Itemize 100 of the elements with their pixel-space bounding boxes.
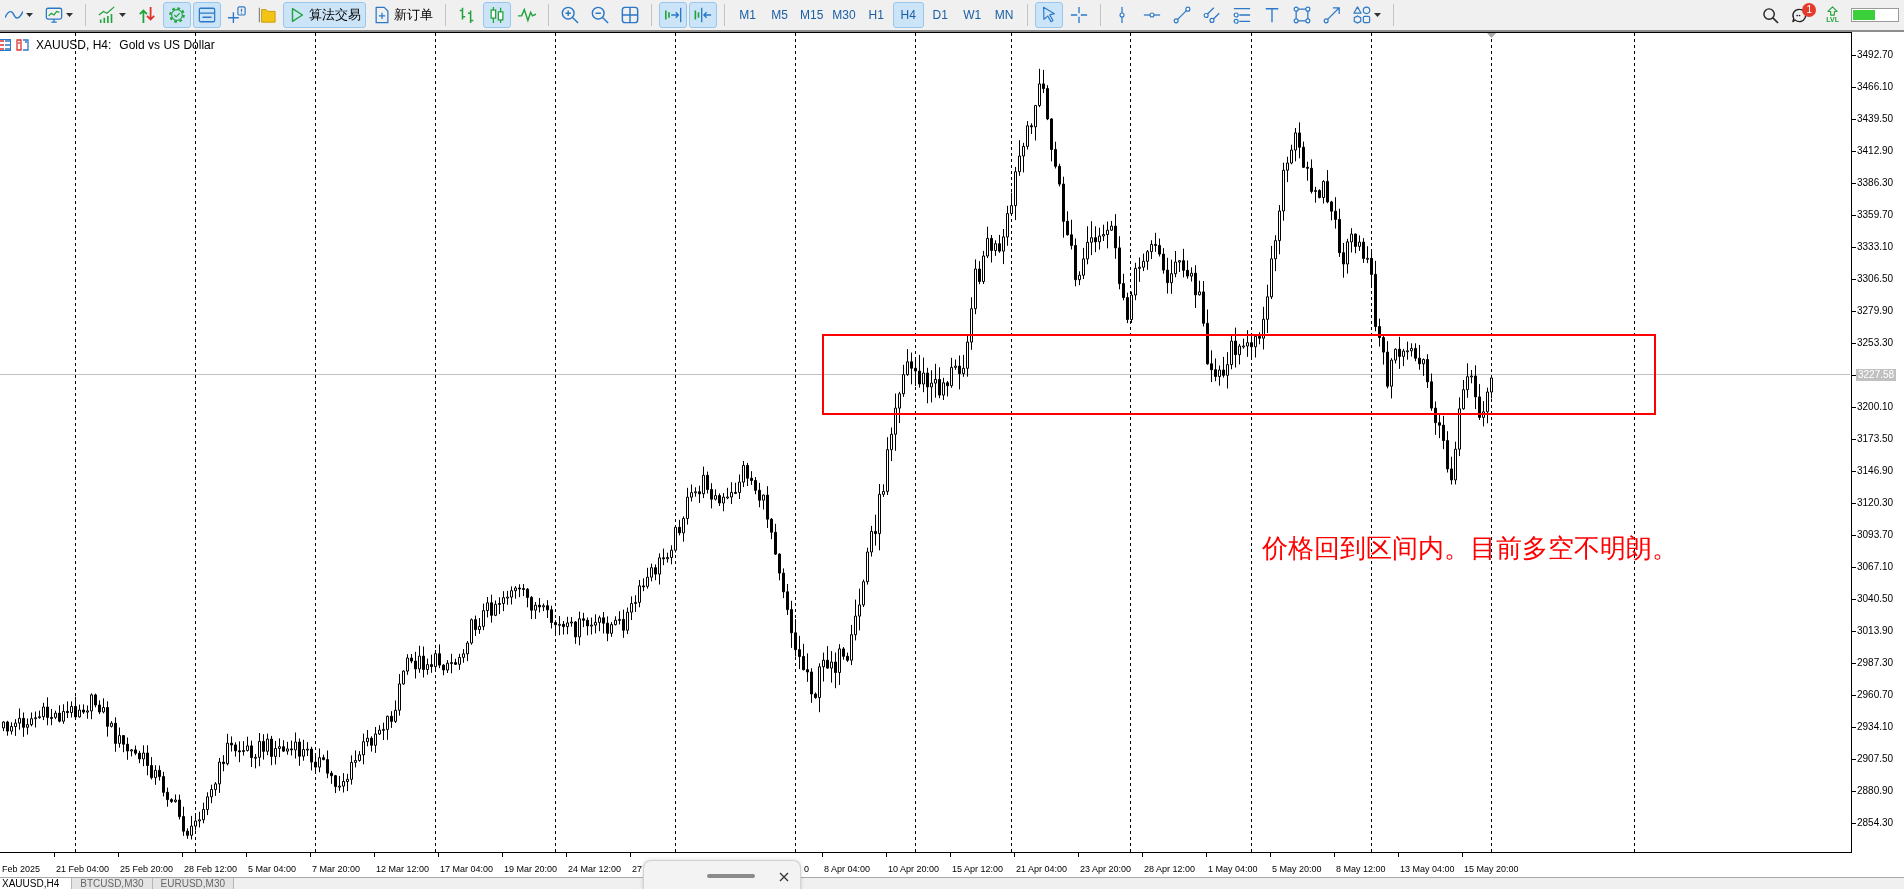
caret-icon[interactable] bbox=[119, 13, 126, 17]
time-label: 8 Apr 04:00 bbox=[824, 864, 871, 874]
parallel-lines-icon[interactable] bbox=[1202, 6, 1221, 24]
crosshair-icon[interactable] bbox=[1069, 6, 1088, 24]
folder-icon[interactable] bbox=[258, 6, 276, 24]
caret-icon[interactable] bbox=[26, 13, 33, 17]
timeframe-button[interactable]: D1 bbox=[924, 2, 956, 28]
time-label: 21 Apr 04:00 bbox=[1016, 864, 1068, 874]
time-label: 13 May 04:00 bbox=[1400, 864, 1455, 874]
time-label: 10 Apr 20:00 bbox=[888, 864, 940, 874]
price-label: 3466.10 bbox=[1857, 81, 1894, 93]
timeframe-button[interactable]: M30 bbox=[828, 2, 860, 28]
time-label: 17 Mar 04:00 bbox=[440, 864, 494, 874]
price-label: 3013.90 bbox=[1857, 625, 1894, 637]
price-label: 2987.30 bbox=[1857, 657, 1894, 669]
up-arrow-icon[interactable] bbox=[1827, 6, 1839, 16]
cursor-button[interactable] bbox=[1034, 2, 1063, 28]
price-label: 3040.50 bbox=[1857, 593, 1894, 605]
chart-shift-button[interactable] bbox=[689, 2, 717, 28]
candlestick-button[interactable] bbox=[483, 2, 511, 28]
caret-icon[interactable] bbox=[66, 13, 73, 17]
notification-badge: 1 bbox=[1802, 2, 1817, 17]
price-label: 3146.90 bbox=[1857, 465, 1894, 477]
time-label: 24 Mar 12:00 bbox=[568, 864, 622, 874]
candlestick-icon[interactable] bbox=[488, 6, 506, 24]
time-label: 28 Apr 12:00 bbox=[1144, 864, 1196, 874]
shapes-icon[interactable] bbox=[1352, 6, 1371, 24]
time-label: 23 Apr 20:00 bbox=[1080, 864, 1132, 874]
zoom-in-icon[interactable] bbox=[561, 6, 579, 24]
crosshair-info-icon[interactable] bbox=[228, 6, 246, 24]
search-icon[interactable] bbox=[1762, 6, 1780, 24]
price-label: 3439.50 bbox=[1857, 113, 1894, 125]
time-label: 7 Mar 20:00 bbox=[312, 864, 361, 874]
price-label: 2854.30 bbox=[1857, 817, 1894, 829]
price-label: 3279.90 bbox=[1857, 305, 1894, 317]
trend-line-icon[interactable] bbox=[1172, 6, 1191, 24]
price-label: 2880.90 bbox=[1857, 785, 1894, 797]
connection-status-icon[interactable] bbox=[1851, 8, 1899, 22]
price-label: 3093.70 bbox=[1857, 529, 1894, 541]
drag-handle-icon[interactable] bbox=[707, 874, 755, 878]
time-label: 8 May 12:00 bbox=[1336, 864, 1386, 874]
new-order-button[interactable]: 新订单 bbox=[368, 2, 438, 28]
price-label: 3200.10 bbox=[1857, 401, 1894, 413]
time-label: 27 bbox=[632, 864, 642, 874]
settings-button[interactable] bbox=[163, 2, 191, 28]
price-label: 3306.50 bbox=[1857, 273, 1894, 285]
arrow-line-icon[interactable] bbox=[1322, 6, 1341, 24]
time-label: 25 Feb 20:00 bbox=[120, 864, 174, 874]
price-label: 3386.30 bbox=[1857, 177, 1894, 189]
ohlc-bars-icon[interactable] bbox=[458, 6, 476, 24]
zoom-out-icon[interactable] bbox=[591, 6, 609, 24]
rectangle-icon[interactable] bbox=[1292, 6, 1311, 24]
document-plus-icon[interactable] bbox=[373, 6, 391, 24]
caret-icon[interactable] bbox=[1373, 13, 1381, 17]
timeframe-button[interactable]: W1 bbox=[956, 2, 988, 28]
zigzag-line-icon[interactable] bbox=[518, 6, 536, 24]
chart-description: Gold vs US Dollar bbox=[119, 38, 215, 52]
annotation-text: 价格回到区间内。目前多空不明朗。 bbox=[1262, 533, 1678, 565]
timeframe-button[interactable]: M1 bbox=[732, 2, 763, 28]
settings-icon[interactable] bbox=[168, 6, 186, 24]
time-label: 0 bbox=[804, 864, 809, 874]
timeframe-button[interactable]: H4 bbox=[892, 2, 924, 28]
price-label: 3253.30 bbox=[1857, 337, 1894, 349]
chat-icon[interactable] bbox=[1791, 6, 1809, 24]
scroll-end-icon[interactable] bbox=[664, 6, 682, 24]
price-label: 3492.70 bbox=[1857, 49, 1894, 61]
time-label: 5 May 20:00 bbox=[1272, 864, 1322, 874]
time-label: 15 May 20:00 bbox=[1464, 864, 1519, 874]
timeframe-button[interactable]: MN bbox=[988, 2, 1020, 28]
time-label: 1 May 04:00 bbox=[1208, 864, 1258, 874]
grid-icon[interactable] bbox=[621, 6, 639, 24]
auto-scroll-button[interactable] bbox=[659, 2, 687, 28]
chart-tab[interactable]: XAUUSD,H4 bbox=[0, 878, 73, 889]
current-price-label: 3227.58 bbox=[1856, 369, 1897, 381]
panel-button[interactable] bbox=[193, 2, 221, 28]
level-lines-icon[interactable] bbox=[1232, 6, 1251, 24]
algo-trading-button[interactable]: 算法交易 bbox=[283, 2, 366, 28]
shift-arrow-icon[interactable] bbox=[694, 6, 712, 24]
messages-button[interactable]: 1 bbox=[1791, 6, 1815, 24]
time-label: 19 Mar 20:00 bbox=[504, 864, 558, 874]
timeframe-button[interactable]: M15 bbox=[796, 2, 828, 28]
time-label: 21 Feb 04:00 bbox=[56, 864, 110, 874]
brackets-icon[interactable] bbox=[16, 39, 29, 51]
time-label: 15 Apr 12:00 bbox=[952, 864, 1004, 874]
time-label: 5 Mar 04:00 bbox=[248, 864, 297, 874]
price-label: 3359.70 bbox=[1857, 209, 1894, 221]
list-icon[interactable] bbox=[0, 39, 11, 51]
price-label: 3333.10 bbox=[1857, 241, 1894, 253]
up-down-arrows-icon[interactable] bbox=[138, 6, 156, 24]
price-label: 3067.10 bbox=[1857, 561, 1894, 573]
price-label: 3120.30 bbox=[1857, 497, 1894, 509]
chart-tab[interactable]: BTCUSD,M30 bbox=[72, 878, 153, 889]
panel-icon[interactable] bbox=[198, 6, 216, 24]
chart-window-icon[interactable] bbox=[45, 6, 63, 24]
time-label: 12 Mar 12:00 bbox=[376, 864, 430, 874]
price-label: 2907.50 bbox=[1857, 753, 1894, 765]
price-label: 2960.70 bbox=[1857, 689, 1894, 701]
timeframe-button[interactable]: H1 bbox=[860, 2, 892, 28]
timeframe-button[interactable]: M5 bbox=[764, 2, 795, 28]
chart-tab[interactable]: EURUSD,M30 bbox=[152, 878, 235, 889]
